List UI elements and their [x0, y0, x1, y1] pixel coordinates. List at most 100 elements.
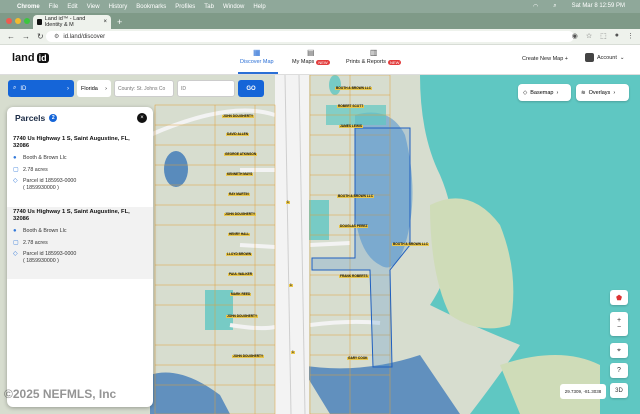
new-tab-button[interactable]: + — [117, 17, 122, 27]
parcel-id: Parcel id 185993-0000 — [23, 251, 77, 257]
menu-help[interactable]: Help — [253, 4, 265, 10]
person-icon: ● — [13, 155, 17, 161]
state-value: Florida — [81, 85, 98, 92]
parcel-owner-label[interactable]: BOOTH & BROWN LLC — [392, 242, 430, 247]
parcel-owner-label[interactable]: HENRY HALL — [228, 232, 251, 237]
active-tab-indicator — [238, 72, 278, 74]
menu-history[interactable]: History — [109, 4, 128, 10]
panel-title: Parcels — [15, 113, 46, 123]
shield-button[interactable]: ⬟ — [610, 290, 628, 305]
folder-map-icon: ▤ — [307, 48, 315, 57]
help-button[interactable]: ? — [610, 363, 628, 378]
profile-icon[interactable]: ● — [615, 32, 619, 40]
parcel-owner-label[interactable]: DAVID ALLEN — [226, 132, 250, 137]
menu-view[interactable]: View — [87, 4, 100, 10]
search-mode-button[interactable]: ⌕ ID › — [8, 80, 74, 97]
search-icon[interactable]: ⌕ — [553, 3, 556, 10]
zoom-in-button[interactable]: + — [617, 317, 621, 324]
parcel-owner-label[interactable]: FRANK ROBERTS — [339, 274, 369, 279]
window-controls — [6, 18, 30, 24]
stack-icon: ≋ — [581, 89, 586, 96]
maximize-window-icon[interactable] — [24, 18, 30, 24]
menu-edit[interactable]: Edit — [67, 4, 77, 10]
parcel-count-badge: 2 — [49, 114, 58, 122]
parcel-owner-label[interactable]: JOHN DOUGHERTY — [226, 314, 259, 319]
zoom-out-button[interactable]: − — [617, 324, 621, 331]
back-icon[interactable]: ← — [7, 32, 15, 41]
more-menu-icon[interactable]: ⋮ — [627, 32, 634, 40]
tab-my-maps-label: My Maps — [292, 59, 315, 65]
minimize-window-icon[interactable] — [15, 18, 21, 24]
parcel-owner-label-selected[interactable]: BOOTH & BROWN LLC — [337, 194, 375, 199]
parcel-owner-label[interactable]: DOUGLAS PEREZ — [339, 224, 369, 229]
parcel-owner: Booth & Brown Llc — [23, 155, 67, 161]
parcel-owner-label[interactable]: ROBERT SCOTT — [337, 104, 365, 109]
chevron-right-icon: › — [105, 85, 107, 92]
chevron-right-icon: › — [67, 85, 69, 92]
parcel-card[interactable]: 7740 Us Highway 1 S, Saint Augustine, FL… — [7, 207, 153, 279]
parcel-owner-label[interactable]: KENNETH MAYS — [226, 172, 254, 177]
address-bar[interactable]: ⚙ id.land/discover — [46, 31, 574, 42]
site-info-icon[interactable]: ⚙ — [54, 33, 59, 40]
parcel-owner-label[interactable]: JOHN DOUGHERTY — [232, 354, 265, 359]
tab-prints-label: Prints & Reports — [346, 59, 387, 65]
close-window-icon[interactable] — [6, 18, 12, 24]
parcel-owner-label[interactable]: GARY COOK — [347, 356, 369, 361]
account-label: Account — [597, 54, 617, 61]
browser-tab[interactable]: Land id™ - Land Identity & M × — [33, 15, 111, 29]
area-icon: ▢ — [13, 239, 19, 246]
basemap-label: Basemap — [530, 89, 554, 96]
forward-icon[interactable]: → — [22, 32, 30, 41]
bookmark-star-icon[interactable]: ☆ — [586, 32, 592, 40]
parcel-owner-label[interactable]: PAUL WALKER — [228, 272, 254, 277]
parcel-owner-label[interactable]: GEORGE ATKINSON — [224, 152, 258, 157]
chevron-down-icon: ⌄ — [619, 54, 625, 61]
app-menu-chrome[interactable]: Chrome — [17, 4, 40, 10]
basemap-button[interactable]: ◇ Basemap › — [518, 84, 571, 101]
wifi-icon[interactable]: ◠ — [533, 3, 538, 10]
tab-prints-reports[interactable]: ▥ Prints & Reports NEW — [346, 48, 402, 65]
menu-file[interactable]: File — [49, 4, 59, 10]
tab-title: Land id™ - Land Identity & M — [44, 16, 86, 28]
state-select[interactable]: Florida › — [77, 80, 111, 97]
parcel-id-input[interactable] — [177, 80, 235, 97]
layers-icon: ◇ — [523, 89, 528, 96]
parcel-owner-label[interactable]: JOHN DOUGHERTY — [222, 114, 255, 119]
tab-discover-map[interactable]: ▦ Discover Map — [240, 48, 274, 65]
county-input[interactable] — [114, 80, 174, 97]
3d-toggle-button[interactable]: 3D — [610, 383, 628, 398]
parcel-owner-label[interactable]: MARK REED — [230, 292, 252, 297]
area-icon: ▢ — [13, 166, 19, 173]
locate-button[interactable]: ⌖ — [610, 343, 628, 358]
clock[interactable]: Sat Mar 8 12:59 PM — [572, 3, 625, 10]
reload-icon[interactable]: ↻ — [37, 32, 44, 41]
tab-my-maps[interactable]: ▤ My Maps NEW — [292, 48, 330, 65]
shield-icon: ⬟ — [615, 294, 623, 302]
location-icon[interactable]: ◉ — [572, 32, 578, 40]
overlays-button[interactable]: ≋ Overlays › — [576, 84, 629, 101]
browser-tab-bar: Land id™ - Land Identity & M × + — [0, 13, 640, 29]
menu-tab[interactable]: Tab — [204, 4, 214, 10]
menu-bookmarks[interactable]: Bookmarks — [136, 4, 166, 10]
search-mode-label: ID — [20, 85, 27, 92]
menu-profiles[interactable]: Profiles — [175, 4, 195, 10]
go-button[interactable]: GO — [238, 80, 264, 97]
mls-watermark: ©2025 NEFMLS, Inc — [4, 387, 117, 401]
parcel-owner-label[interactable]: LLOYD BROWN — [226, 252, 253, 257]
account-button[interactable]: Account ⌄ — [585, 53, 624, 62]
land-id-logo[interactable]: land id — [12, 52, 49, 64]
overlays-label: Overlays — [588, 89, 611, 96]
close-tab-icon[interactable]: × — [103, 19, 107, 25]
extensions-icon[interactable]: ⬚ — [600, 32, 607, 40]
parcel-owner-label[interactable]: RAY MARTIN — [228, 192, 250, 197]
parcel-owner-label[interactable]: JAMES LEWIS — [339, 124, 363, 129]
parcel-owner-label[interactable]: BOOTH & BROWN LLC — [335, 86, 373, 91]
create-new-map-button[interactable]: Create New Map + — [522, 56, 568, 62]
tag-icon: ◇ — [13, 251, 18, 257]
close-panel-button[interactable]: × — [137, 113, 147, 123]
menu-window[interactable]: Window — [223, 4, 244, 10]
road-label-us1: 1 — [291, 350, 295, 355]
tag-icon: ◇ — [13, 178, 18, 184]
search-icon: ⌕ — [13, 85, 17, 91]
parcel-owner-label[interactable]: JOHN DOUGHERTY — [224, 212, 257, 217]
